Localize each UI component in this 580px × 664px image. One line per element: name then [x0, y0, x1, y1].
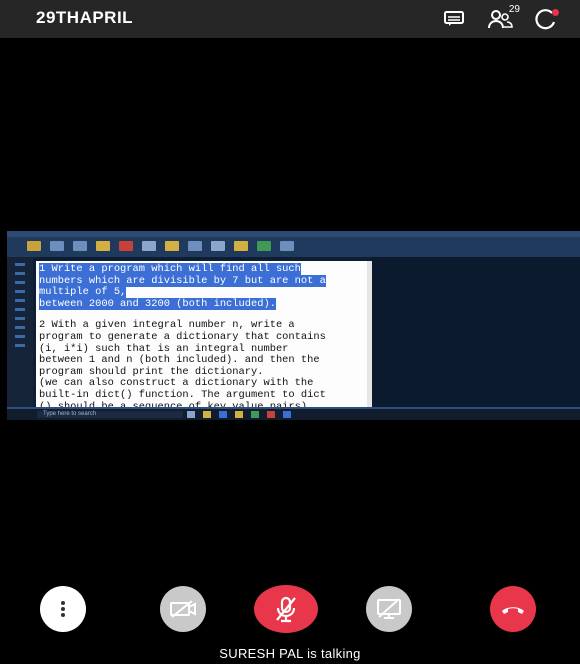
document-text: 1 Write a program which will find all su… [39, 263, 367, 407]
mic-off-icon [276, 596, 296, 623]
hang-up-button[interactable] [490, 586, 536, 632]
document-scrollbar[interactable] [367, 261, 372, 407]
document-line: 1 Write a program which will find all su… [39, 263, 301, 275]
screen-share-off-icon [377, 598, 401, 619]
participants-icon[interactable]: 29 [486, 4, 520, 31]
top-bar: 29THAPRIL 29 [0, 0, 580, 38]
top-bar-icons: 29 [440, 4, 560, 32]
video-toggle-button[interactable] [160, 586, 206, 632]
ribbon-toolbar [7, 231, 580, 257]
taskbar-tray [484, 411, 574, 418]
screen-share-button[interactable] [366, 586, 412, 632]
notification-dot [552, 9, 559, 16]
explorer-content-pane [370, 257, 580, 407]
windows-taskbar: Type here to search [7, 409, 580, 420]
video-off-icon [170, 600, 196, 618]
notepad-document: 1 Write a program which will find all su… [36, 261, 372, 407]
document-line: between 2000 and 3200 (both included). [39, 297, 276, 310]
taskbar-app-icons [187, 411, 291, 418]
explorer-sidebar [7, 257, 33, 407]
mute-microphone-button[interactable] [254, 585, 318, 633]
taskbar-search[interactable]: Type here to search [37, 411, 183, 418]
ribbon-tabs [7, 231, 580, 237]
hangup-icon [502, 607, 524, 614]
meeting-title: 29THAPRIL [36, 8, 134, 27]
more-vertical-icon [61, 601, 65, 617]
shared-screen: 1 Write a program which will find all su… [7, 231, 580, 420]
call-controls [0, 585, 580, 636]
active-speaker-text: SURESH PAL is talking [219, 646, 361, 661]
participants-count: 29 [508, 4, 520, 15]
ribbon-icons [27, 241, 294, 255]
more-options-button[interactable] [40, 586, 86, 632]
chat-icon[interactable] [440, 7, 468, 31]
switch-camera-icon[interactable] [532, 7, 560, 31]
